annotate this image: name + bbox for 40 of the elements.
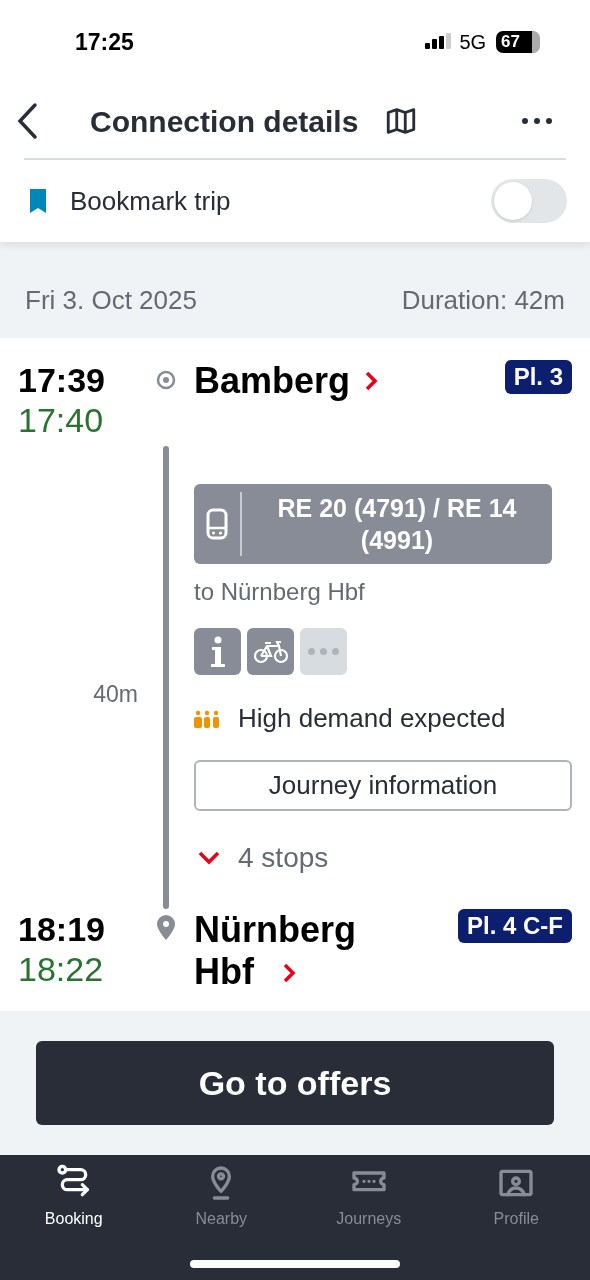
departure-stop-icon	[156, 370, 176, 390]
network-label: 5G	[459, 30, 487, 55]
platform-badge: Pl. 3	[504, 360, 572, 394]
chevron-right-icon	[364, 369, 379, 393]
arrival-station[interactable]: Nürnberg Hbf	[194, 909, 414, 993]
chevron-right-icon	[282, 961, 296, 985]
bicycle-icon	[252, 639, 289, 664]
nav-tab[interactable]: Journeys	[295, 1163, 443, 1231]
page-title: Connection details	[90, 103, 359, 140]
info-button[interactable]	[194, 628, 241, 675]
journey-information-button[interactable]: Journey information	[194, 760, 572, 811]
platform-badge: Pl. 4 C-F	[458, 909, 572, 943]
demand-text: High demand expected	[238, 702, 506, 735]
stops-toggle[interactable]: 4 stops	[198, 837, 329, 879]
location-pin-icon	[156, 915, 176, 941]
train-destination: to Nürnberg Hbf	[194, 577, 365, 607]
occupancy-icon	[194, 709, 220, 728]
trip-date: Fri 3. Oct 2025	[25, 284, 197, 317]
bookmark-toggle[interactable]	[491, 179, 567, 223]
travel-time: 40m	[93, 680, 138, 710]
go-to-offers-button[interactable]: Go to offers	[36, 1041, 554, 1125]
bookmark-label: Bookmark trip	[70, 184, 231, 218]
signal-icon	[425, 33, 454, 51]
chevron-down-icon	[198, 851, 220, 865]
nav-tab[interactable]: Profile	[442, 1163, 590, 1231]
nav-tab[interactable]: Nearby	[147, 1163, 295, 1231]
trip-duration: Duration: 42m	[401, 284, 565, 317]
departure-actual-time: 17:40	[18, 400, 105, 440]
arrival-actual-time: 18:22	[18, 949, 105, 989]
train-icon	[206, 508, 228, 540]
bicycle-button[interactable]	[247, 628, 294, 675]
nav-tab[interactable]: Booking	[0, 1163, 148, 1231]
info-icon	[209, 635, 226, 668]
bookmark-icon	[28, 189, 48, 213]
battery-indicator: 67	[496, 31, 540, 53]
status-time: 17:25	[75, 27, 134, 57]
arrival-time: 18:19	[18, 909, 106, 949]
train-name: RE 20 (4791) / RE 14 (4991)	[276, 493, 518, 556]
departure-station[interactable]: Bamberg	[194, 360, 351, 402]
departure-time: 17:39	[18, 360, 106, 400]
